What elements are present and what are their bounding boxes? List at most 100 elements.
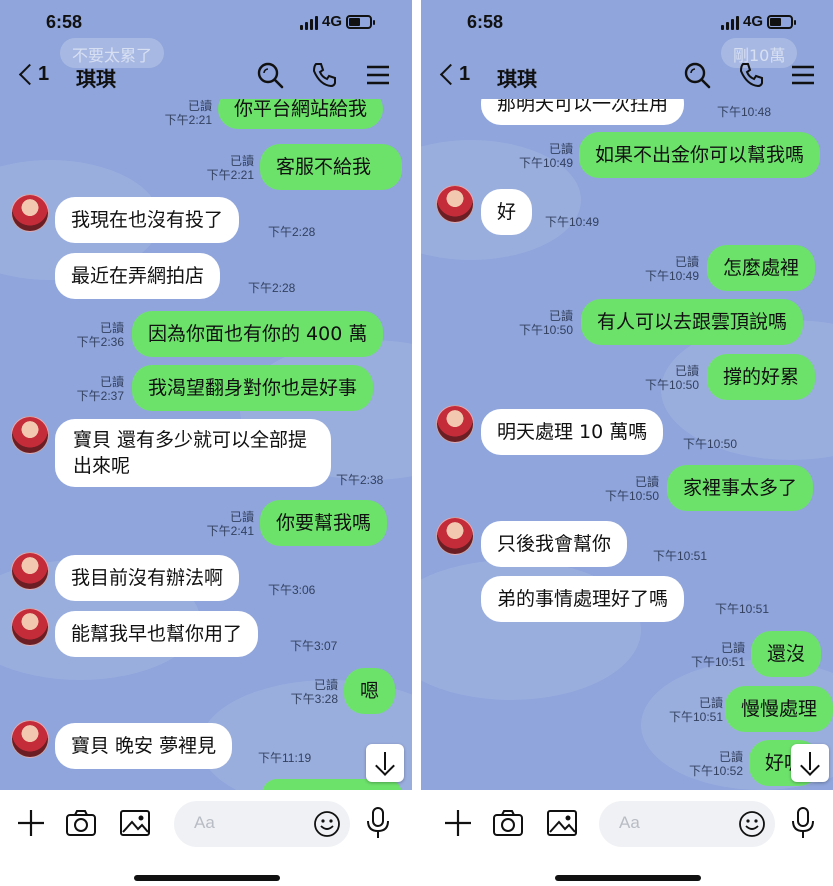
outgoing-message[interactable]: 家裡事太多了 <box>667 465 814 511</box>
back-chevron-icon[interactable] <box>437 61 461 91</box>
contact-avatar[interactable] <box>11 720 49 758</box>
message-meta: 已讀 下午2:21 <box>150 99 212 127</box>
message-time: 下午10:50 <box>518 323 573 337</box>
emoji-icon[interactable] <box>737 809 767 839</box>
message-time: 下午10:50 <box>604 489 659 503</box>
message-time: 下午2:21 <box>206 168 254 182</box>
search-icon[interactable] <box>256 61 284 89</box>
message-time: 下午3:28 <box>290 692 338 706</box>
incoming-message[interactable]: 寶貝 還有多少就可以全部提出來呢 <box>55 419 331 487</box>
plus-icon[interactable] <box>441 806 475 840</box>
incoming-message[interactable]: 那明天可以一次拄用 <box>481 99 685 125</box>
camera-icon[interactable] <box>64 806 98 840</box>
image-icon[interactable] <box>118 806 152 840</box>
message-input[interactable]: Aa <box>174 801 350 847</box>
incoming-message[interactable]: 寶貝 晚安 夢裡見 <box>55 723 233 769</box>
contact-avatar[interactable] <box>436 517 474 555</box>
contact-avatar[interactable] <box>11 552 49 590</box>
message-list[interactable]: 已讀 下午2:21 你平台網站給我 已讀 下午2:21 客服不給我 我現在也沒有投了… <box>0 99 412 790</box>
message-meta: 已讀 下午10:49 <box>637 255 699 283</box>
read-receipt: 已讀 <box>99 321 124 335</box>
scroll-down-arrow-icon[interactable] <box>791 744 829 782</box>
signal-icon <box>300 16 322 30</box>
incoming-message[interactable]: 最近在弄網拍店 <box>55 253 221 299</box>
read-receipt: 已讀 <box>634 475 659 489</box>
incoming-message[interactable]: 好 <box>481 189 533 235</box>
outgoing-message[interactable]: 有人可以去跟雲頂說嗎 <box>581 299 804 345</box>
outgoing-message[interactable]: 你要幫我嗎 <box>260 500 388 546</box>
message-time: 下午3:06 <box>268 583 316 597</box>
outgoing-message[interactable]: 我渴望翻身對你也是好事 <box>132 365 374 411</box>
plus-icon[interactable] <box>14 806 48 840</box>
contact-avatar[interactable] <box>11 194 49 232</box>
incoming-message[interactable]: 弟的事情處理好了嗎 <box>481 576 685 622</box>
message-meta: 已讀 下午2:21 <box>192 154 254 182</box>
phone-call-icon[interactable] <box>310 61 338 89</box>
message-meta: 已讀 下午10:50 <box>597 475 659 503</box>
scroll-down-arrow-icon[interactable] <box>366 744 404 782</box>
status-bar: 6:58 4G <box>0 0 412 50</box>
microphone-icon[interactable] <box>364 806 392 840</box>
contact-avatar[interactable] <box>436 185 474 223</box>
outgoing-message[interactable]: 如果不出金你可以幫我嗎 <box>579 132 821 178</box>
phone-call-icon[interactable] <box>737 61 765 89</box>
message-time: 下午10:52 <box>688 764 743 778</box>
search-icon[interactable] <box>683 61 711 89</box>
message-meta: 已讀 下午10:50 <box>637 364 699 392</box>
image-icon[interactable] <box>545 806 579 840</box>
message-time: 下午10:48 <box>717 105 772 119</box>
outgoing-message[interactable]: 嗯 <box>344 668 396 714</box>
outgoing-message[interactable]: 客服不給我 <box>260 144 402 190</box>
message-time: 下午10:49 <box>644 269 699 283</box>
incoming-message[interactable]: 只後我會幫你 <box>481 521 628 567</box>
hamburger-menu-icon[interactable] <box>364 61 392 89</box>
signal-icon <box>721 16 743 30</box>
read-receipt: 已讀 <box>313 678 338 692</box>
incoming-message[interactable]: 我現在也沒有投了 <box>55 197 240 243</box>
message-time: 下午3:07 <box>290 639 338 653</box>
incoming-message[interactable]: 我目前沒有辦法啊 <box>55 555 240 601</box>
chat-header: 1 琪琪 <box>0 55 412 99</box>
battery-icon <box>346 15 375 29</box>
outgoing-message[interactable]: 還沒 <box>751 631 822 677</box>
outgoing-message[interactable]: 怎麼處裡 <box>707 245 816 291</box>
message-time: 下午10:50 <box>683 437 738 451</box>
back-chevron-icon[interactable] <box>16 61 40 91</box>
read-receipt: 已讀 <box>99 375 124 389</box>
contact-avatar[interactable] <box>11 608 49 646</box>
message-time: 下午11:19 <box>258 751 312 765</box>
contact-name: 琪琪 <box>76 67 116 91</box>
message-list[interactable]: 那明天可以一次拄用 下午10:48 已讀 下午10:49 如果不出金你可以幫我嗎 … <box>421 99 833 790</box>
camera-icon[interactable] <box>491 806 525 840</box>
message-meta: 已讀 下午3:28 <box>276 678 338 706</box>
battery-icon <box>767 15 796 29</box>
outgoing-message[interactable]: 因為你面也有你的 400 萬 <box>132 311 384 357</box>
message-input-placeholder: Aa <box>194 813 215 832</box>
home-indicator <box>555 875 701 881</box>
outgoing-message[interactable]: 撐的好累 <box>707 354 816 400</box>
contact-name: 琪琪 <box>497 67 537 91</box>
message-time: 下午2:28 <box>268 225 316 239</box>
emoji-icon[interactable] <box>312 809 342 839</box>
message-meta: 已讀 下午10:50 <box>511 309 573 337</box>
hamburger-menu-icon[interactable] <box>789 61 817 89</box>
network-type: 4G <box>322 13 343 30</box>
contact-avatar[interactable] <box>436 405 474 443</box>
chat-screen-left: 6:58 4G 不要太累了 1 琪琪 已讀 下午2:21 你平台網站給我 已讀 下午… <box>0 0 412 886</box>
message-time: 下午10:51 <box>668 710 723 724</box>
message-input[interactable]: Aa <box>599 801 775 847</box>
incoming-message[interactable]: 能幫我早也幫你用了 <box>55 611 259 657</box>
chat-header: 1 琪琪 <box>421 55 833 99</box>
message-input-placeholder: Aa <box>619 813 640 832</box>
message-time: 下午2:37 <box>76 389 124 403</box>
message-meta: 已讀 下午10:52 <box>681 750 743 778</box>
outgoing-message[interactable]: 慢慢處理 <box>725 686 833 732</box>
incoming-message[interactable]: 明天處理 10 萬嗎 <box>481 409 664 455</box>
unread-count: 1 <box>459 63 471 85</box>
microphone-icon[interactable] <box>789 806 817 840</box>
outgoing-message[interactable]: 你平台網站給我 <box>218 99 384 129</box>
status-time: 6:58 <box>46 12 83 32</box>
contact-avatar[interactable] <box>11 416 49 454</box>
message-time: 下午2:38 <box>336 473 384 487</box>
read-receipt: 已讀 <box>720 641 745 655</box>
